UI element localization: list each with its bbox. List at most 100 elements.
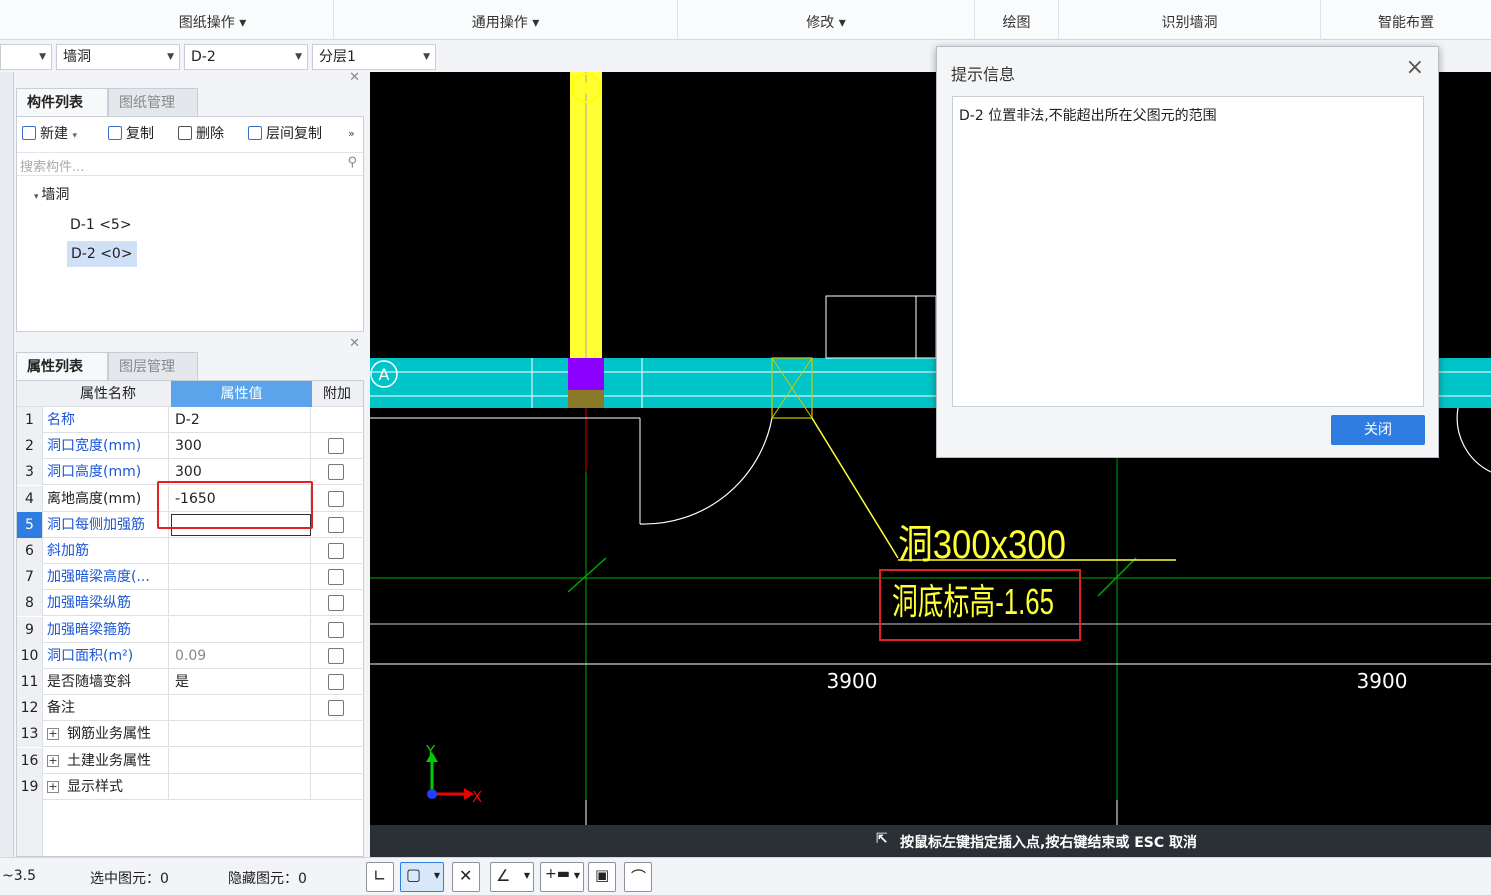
property-name: 加强暗梁箍筋 <box>47 616 169 643</box>
tree-root-label: 墙洞 <box>41 187 70 203</box>
extra-checkbox[interactable] <box>328 647 344 664</box>
close-icon[interactable]: ✕ <box>349 70 360 85</box>
zoom-scale: ~3.5 <box>2 868 36 884</box>
dimension-left: 3900 <box>827 669 878 693</box>
delete-label: 删除 <box>196 126 224 142</box>
ribbon-group-identify-opening[interactable]: 识别墙洞 <box>1059 0 1321 40</box>
table-row[interactable]: 8 加强暗梁纵筋 <box>17 590 362 617</box>
command-status-text: 按鼠标左键指定插入点,按右键结束或 ESC 取消 <box>900 835 1197 851</box>
grid-header: 属性名称 属性值 附加 <box>17 381 363 407</box>
row-number: 2 <box>17 433 43 460</box>
extra-checkbox[interactable] <box>328 674 344 690</box>
type-select-value: 墙洞 <box>63 49 91 65</box>
property-value[interactable] <box>171 747 311 774</box>
layer-select[interactable]: 分层1 ▼ <box>312 44 436 70</box>
selector-row: ▼ 墙洞 ▼ D-2 ▼ 分层1 ▼ <box>0 42 940 72</box>
ribbon-group-modify[interactable]: 修改 ▾ <box>678 0 975 40</box>
component-select[interactable]: D-2 ▼ <box>184 44 308 70</box>
close-button[interactable]: 关闭 <box>1331 415 1425 445</box>
col-header-value: 属性值 <box>171 381 312 407</box>
extra-checkbox[interactable] <box>328 490 344 507</box>
table-row[interactable]: 13 + 钢筋业务属性 <box>17 721 362 748</box>
ribbon-group-label: 绘图 <box>1002 15 1031 31</box>
new-button[interactable]: 新建 ▾ <box>22 122 77 146</box>
property-value[interactable] <box>171 721 311 748</box>
tree-root-wall-opening[interactable]: ▾ 墙洞 <box>34 184 69 204</box>
property-value[interactable]: D-2 <box>171 407 311 433</box>
close-icon[interactable]: ✕ <box>349 336 360 351</box>
extra-checkbox[interactable] <box>328 621 344 638</box>
copy-button[interactable]: 复制 <box>108 122 154 146</box>
dialog-title: 提示信息 <box>951 65 1016 84</box>
table-row[interactable]: 19 + 显示样式 <box>17 773 362 800</box>
row-number-filler <box>17 800 43 856</box>
extra-checkbox[interactable] <box>328 595 344 612</box>
selected-count: 选中图元：0 <box>90 871 169 887</box>
arc-button[interactable]: ⌒ <box>624 862 652 892</box>
expand-icon[interactable]: + <box>47 780 59 793</box>
trash-icon <box>178 126 192 140</box>
table-row[interactable]: 6 斜加筋 <box>17 538 362 564</box>
display-button[interactable]: ▣ <box>588 862 616 892</box>
insert-point-icon: ⇱ <box>876 831 888 847</box>
extra-checkbox[interactable] <box>328 516 344 533</box>
tab-component-list[interactable]: 构件列表 <box>16 88 108 116</box>
property-name: + 土建业务属性 <box>47 747 169 774</box>
extra-checkbox[interactable] <box>328 438 344 455</box>
floor-select[interactable]: ▼ <box>0 44 52 70</box>
offset-icon: +▬ <box>545 866 570 882</box>
hidden-count: 隐藏图元：0 <box>228 871 307 887</box>
table-row[interactable]: 11 是否随墙变斜是 <box>17 669 362 695</box>
annotation-opening-size: 洞300x300 <box>898 523 1066 567</box>
extra-checkbox[interactable] <box>328 700 344 717</box>
ribbon-group-general-ops[interactable]: 通用操作 ▾ <box>334 0 678 40</box>
property-name: 斜加筋 <box>47 538 169 564</box>
property-value[interactable] <box>171 538 311 564</box>
ortho-button[interactable]: ∟ <box>366 862 394 892</box>
extra-checkbox[interactable] <box>328 569 344 586</box>
property-name: 洞口高度(mm) <box>47 459 169 486</box>
search-input[interactable]: 搜索构件... ⚲ <box>17 152 363 176</box>
ribbon-group-drawing-ops[interactable]: 图纸操作 ▾ <box>92 0 334 40</box>
cross-button[interactable]: ✕ <box>452 862 480 892</box>
left-collapse-strip[interactable] <box>0 72 14 857</box>
tree-item-d1[interactable]: D-1 <5> <box>70 213 132 237</box>
type-select[interactable]: 墙洞 ▼ <box>56 44 180 70</box>
snap-button[interactable]: ▢ ▼ <box>400 862 444 892</box>
table-row[interactable]: 12 备注 <box>17 695 362 722</box>
tree-item-d2[interactable]: D-2 <0> <box>67 241 137 267</box>
tab-drawing-manage[interactable]: 图纸管理 <box>108 88 198 116</box>
ribbon-group-smart-place[interactable]: 智能布置 <box>1321 0 1491 40</box>
table-row[interactable]: 2 洞口宽度(mm) 300 <box>17 433 362 460</box>
property-value[interactable] <box>171 773 311 800</box>
chevron-down-icon: ▼ <box>39 52 46 62</box>
angle-button[interactable]: ∠ ▼ <box>490 862 534 892</box>
more-icon[interactable]: » <box>348 122 355 146</box>
property-value[interactable]: 是 <box>171 669 311 695</box>
ribbon-group-draw[interactable]: 绘图 <box>975 0 1059 40</box>
extra-checkbox[interactable] <box>328 543 344 559</box>
bottom-status-bar: ~3.5 选中图元：0 隐藏图元：0 ∟ ▢ ▼ ✕ ∠ ▼ +▬ ▼ ▣ ⌒ <box>0 857 1491 895</box>
table-row[interactable]: 10 洞口面积(m²) 0.09 <box>17 642 362 669</box>
property-value[interactable] <box>171 695 311 722</box>
table-row[interactable]: 16 + 土建业务属性 <box>17 747 362 774</box>
floor-copy-button[interactable]: 层间复制 <box>248 122 322 146</box>
property-value[interactable] <box>171 616 311 643</box>
property-group-label: 显示样式 <box>67 778 123 795</box>
expand-icon[interactable]: + <box>47 728 59 741</box>
row-number: 16 <box>17 747 43 774</box>
property-value[interactable] <box>171 590 311 617</box>
delete-button[interactable]: 删除 <box>178 122 224 146</box>
layer-select-value: 分层1 <box>319 49 356 65</box>
tab-layer-manage[interactable]: 图层管理 <box>108 352 198 380</box>
table-row[interactable]: 9 加强暗梁箍筋 <box>17 616 362 643</box>
offset-button[interactable]: +▬ ▼ <box>540 862 584 892</box>
property-value[interactable] <box>171 564 311 591</box>
tab-property-list[interactable]: 属性列表 <box>16 352 108 380</box>
table-row[interactable]: 7 加强暗梁高度(... <box>17 564 362 591</box>
extra-checkbox[interactable] <box>328 464 344 481</box>
close-icon[interactable]: × <box>1406 55 1424 80</box>
property-value[interactable]: 300 <box>171 433 311 460</box>
expand-icon[interactable]: + <box>47 754 59 767</box>
table-row[interactable]: 1 名称 D-2 <box>17 407 362 433</box>
